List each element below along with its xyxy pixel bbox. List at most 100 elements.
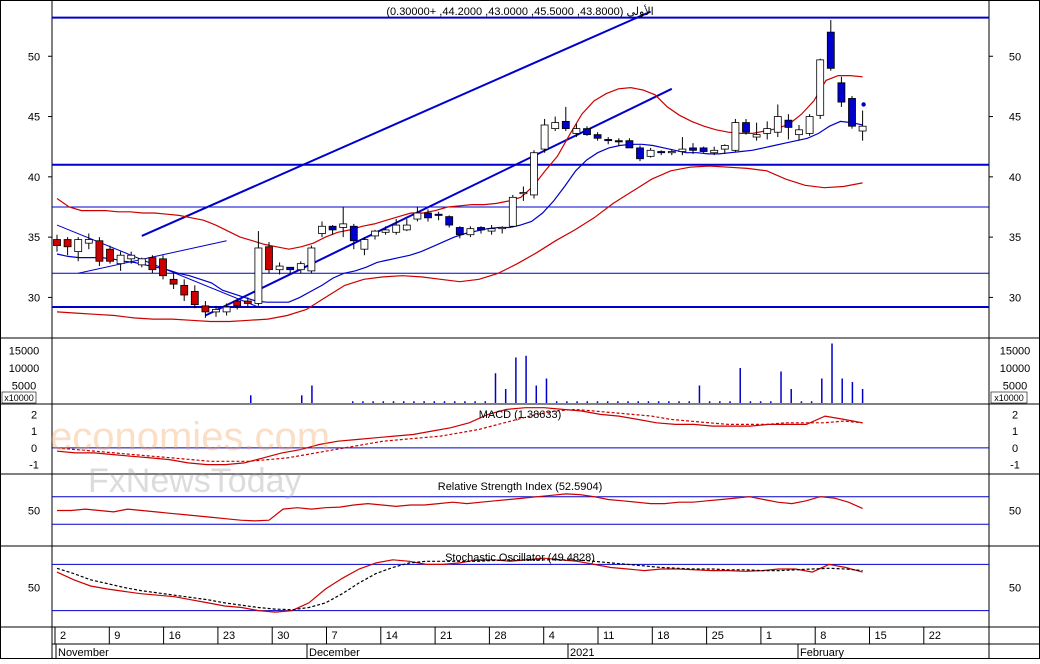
candle-body [445, 216, 454, 226]
price-ytick-left-45: 45 [28, 112, 40, 124]
candle-body [137, 258, 146, 266]
month-label: February [800, 647, 845, 659]
macd-ytick-right: 2 [1012, 409, 1018, 421]
month-label: 2021 [570, 647, 594, 659]
price-ytick-right-35: 35 [1009, 232, 1021, 244]
candle-body [424, 212, 432, 219]
candle-body [466, 228, 475, 236]
candle-body [106, 248, 114, 262]
candle-body [752, 134, 761, 138]
candle-body [169, 278, 178, 285]
macd-title: MACD (1.38633) [479, 409, 562, 421]
candle-body [63, 239, 72, 248]
candle-body [657, 151, 666, 154]
x-tick-label: 9 [114, 630, 120, 642]
x-tick-label: 11 [603, 630, 614, 642]
multiplier-label-right: x10000 [994, 393, 1024, 403]
candle-body [593, 134, 602, 139]
candle-body [551, 122, 560, 130]
candle-body [763, 128, 772, 134]
candle-body [434, 213, 443, 216]
candle-body [572, 128, 581, 134]
x-tick-label: 2 [60, 630, 66, 642]
candle-body [254, 247, 263, 304]
candle-body [773, 116, 782, 133]
candle-body [159, 258, 167, 277]
candle-body [678, 148, 687, 152]
rsi-ytick-right: 50 [1009, 506, 1021, 518]
candle-body [265, 246, 273, 271]
candle-body [530, 152, 538, 196]
stoch-ytick-right: 50 [1009, 583, 1021, 595]
volume-ytick-left: 5000 [12, 381, 36, 393]
price-ytick-left-35: 35 [28, 232, 40, 244]
channel-line-1 [204, 87, 673, 317]
multiplier-label-left: x10000 [4, 393, 34, 403]
stoch-title: Stochastic Oscillator (49.4828) [445, 552, 595, 564]
candle-body [720, 145, 729, 150]
candle-body [339, 223, 348, 228]
candle-body [84, 239, 93, 244]
candle-body [201, 305, 210, 313]
bollinger-upper-line [56, 74, 863, 250]
x-tick-label: 25 [712, 630, 724, 642]
month-label: December [309, 647, 360, 659]
channel-line-0 [141, 10, 652, 237]
volume-ytick-left: 10000 [9, 363, 40, 375]
candle-body [360, 239, 369, 250]
candle-body [667, 151, 676, 154]
candle-body [699, 147, 708, 152]
channel-line-2 [56, 224, 259, 308]
candle-body [286, 266, 295, 271]
candle-body [275, 265, 284, 271]
candle-body [477, 227, 485, 231]
macd-ytick-right: -1 [1010, 460, 1020, 472]
candle-body [190, 290, 199, 306]
x-tick-label: 4 [549, 630, 555, 642]
volume-panel: 15000 1500010000 100005000 5000x10000 x10000 [1, 343, 1031, 404]
price-ytick-right-40: 40 [1009, 172, 1021, 184]
candle-body [646, 149, 655, 157]
price-ytick-left-30: 30 [28, 292, 40, 304]
candle-body [180, 284, 189, 296]
candle-body [731, 122, 740, 151]
price-ytick-left-40: 40 [28, 172, 40, 184]
volume-ytick-right: 15000 [1000, 346, 1031, 358]
volume-ytick-right: 5000 [1003, 381, 1027, 393]
price-panel: 30 30 35 35 40 40 45 45 50 50 الأولى (43.8000, 45.… [28, 4, 1021, 323]
candle-body [371, 230, 379, 237]
volume-ytick-right: 10000 [1000, 363, 1031, 375]
candle-body [307, 247, 316, 272]
stoch-ytick-left: 50 [28, 583, 40, 595]
candle-body [53, 239, 61, 246]
candle-body [413, 212, 422, 220]
candle-body [148, 257, 157, 271]
candle-body [795, 129, 803, 136]
candle-body [498, 227, 507, 230]
candle-body [455, 227, 464, 236]
x-tick-label: 16 [169, 630, 181, 642]
price-ytick-right-30: 30 [1009, 292, 1021, 304]
x-tick-label: 23 [223, 630, 235, 642]
price-ytick-left-50: 50 [28, 51, 40, 63]
candle-body [328, 225, 337, 231]
stoch-panel: 50 50 Stochastic Oscillator (49.4828) [28, 552, 1021, 613]
watermark-fxnewstoday: FxNewsToday [88, 462, 302, 500]
candle-body [604, 139, 613, 142]
x-tick-label: 8 [820, 630, 826, 642]
candle-body [837, 82, 846, 103]
chart-canvas: 30 3035 3540 4045 4550 50الأولى (43.8000, 45.… [0, 0, 1040, 659]
macd-ytick-left: -1 [29, 460, 39, 472]
candle-body [540, 124, 549, 150]
candle-body [116, 254, 125, 265]
candle-body [127, 254, 136, 260]
watermark-economies: economies.com [50, 415, 330, 459]
rsi-title: Relative Strength Index (52.5904) [438, 481, 603, 493]
candle-body [381, 229, 390, 233]
candle-body [349, 225, 358, 242]
candle-body [233, 300, 242, 307]
candle-body [561, 120, 570, 130]
candle-body [848, 98, 856, 127]
stoch-k-line [56, 557, 863, 613]
price-ytick-right-50: 50 [1009, 51, 1021, 63]
